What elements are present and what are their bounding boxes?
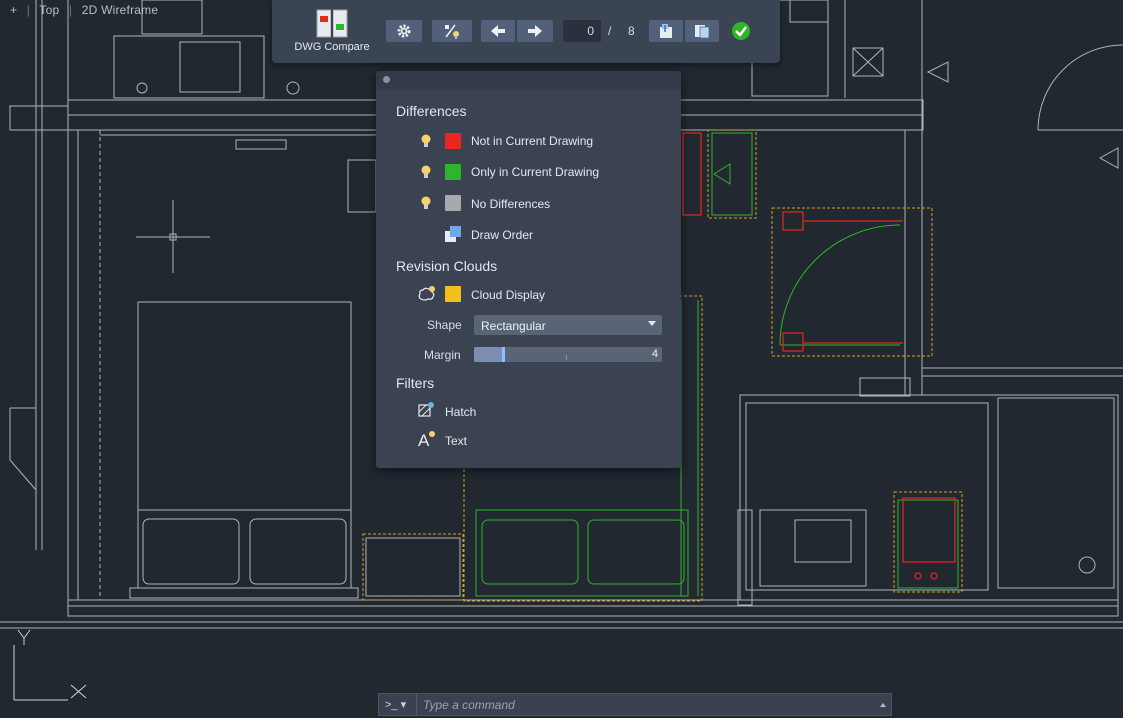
visual-style-label[interactable]: 2D Wireframe — [82, 3, 158, 17]
hatch-icon[interactable] — [417, 401, 435, 419]
lightbulb-icon[interactable] — [421, 165, 431, 179]
no-differences-color-swatch[interactable] — [445, 195, 461, 211]
margin-value: 4 — [651, 348, 658, 360]
exit-compare-button[interactable] — [727, 20, 755, 42]
lightbulb-icon[interactable] — [421, 134, 431, 148]
margin-slider[interactable]: 4 — [474, 347, 662, 362]
gear-icon — [397, 24, 411, 38]
view-cube-label[interactable]: Top — [39, 3, 59, 17]
margin-label: Margin — [424, 348, 461, 362]
lightbulb-icon[interactable] — [421, 196, 431, 210]
viewport-menu-button[interactable]: + — [10, 3, 17, 17]
difference-filter-icon — [445, 24, 459, 39]
cloud-display-label: Cloud Display — [471, 288, 546, 302]
revision-clouds-heading: Revision Clouds — [396, 258, 498, 274]
difference-index-field[interactable]: 0 — [563, 20, 601, 42]
draw-order-label[interactable]: Draw Order — [471, 228, 533, 242]
hatch-filter-label[interactable]: Hatch — [445, 405, 476, 419]
text-filter-label[interactable]: Text — [445, 434, 467, 448]
command-prompt-icon: >_ — [385, 699, 398, 711]
arrow-right-icon — [528, 25, 542, 37]
previous-difference-button[interactable] — [481, 20, 515, 42]
dwg-compare-logo: DWG Compare — [282, 8, 382, 58]
only-in-current-label: Only in Current Drawing — [471, 165, 600, 179]
checkmark-icon — [732, 22, 750, 40]
snapshot-icon — [695, 25, 710, 39]
dwg-compare-icon — [316, 8, 348, 39]
snapshot-button[interactable] — [685, 20, 719, 42]
dwg-compare-title: DWG Compare — [294, 41, 370, 53]
difference-separator: / — [608, 24, 612, 38]
arrow-left-icon — [491, 25, 505, 37]
shape-label: Shape — [427, 318, 462, 332]
import-objects-icon — [660, 24, 672, 38]
difference-total: 8 — [628, 24, 635, 38]
chevron-up-icon[interactable] — [880, 703, 886, 707]
not-in-current-label: Not in Current Drawing — [471, 134, 594, 148]
compare-settings-panel: Differences Not in Current Drawing Only … — [376, 71, 681, 468]
margin-slider-tick — [566, 355, 567, 360]
draw-order-icon[interactable] — [444, 225, 462, 243]
next-difference-button[interactable] — [517, 20, 553, 42]
command-history-button[interactable]: >_ ▾ — [379, 694, 417, 715]
margin-slider-handle[interactable] — [502, 347, 505, 362]
revision-cloud-icon[interactable] — [417, 285, 437, 303]
chevron-down-icon — [648, 321, 656, 326]
viewport-controls[interactable]: + | Top | 2D Wireframe — [10, 3, 164, 17]
cloud-color-swatch[interactable] — [445, 286, 461, 302]
not-in-current-color-swatch[interactable] — [445, 133, 461, 149]
only-in-current-color-swatch[interactable] — [445, 164, 461, 180]
svg-text:A: A — [418, 431, 430, 448]
command-input[interactable]: Type a command — [423, 698, 515, 712]
shape-dropdown[interactable]: Rectangular — [474, 315, 662, 335]
margin-slider-fill — [474, 347, 505, 362]
no-differences-label: No Differences — [471, 197, 551, 211]
panel-close-dot[interactable] — [383, 76, 390, 83]
dwg-compare-toolbar: DWG Compare 0 / 8 — [272, 0, 780, 63]
panel-grip[interactable] — [376, 71, 681, 89]
filters-heading: Filters — [396, 375, 435, 391]
import-objects-button[interactable] — [649, 20, 683, 42]
settings-button[interactable] — [386, 20, 422, 42]
text-filter-icon[interactable]: A — [417, 430, 437, 448]
command-line: >_ ▾ Type a command — [378, 693, 892, 716]
shape-dropdown-value: Rectangular — [481, 319, 546, 333]
differences-heading: Differences — [396, 103, 467, 119]
compare-filter-button[interactable] — [432, 20, 472, 42]
